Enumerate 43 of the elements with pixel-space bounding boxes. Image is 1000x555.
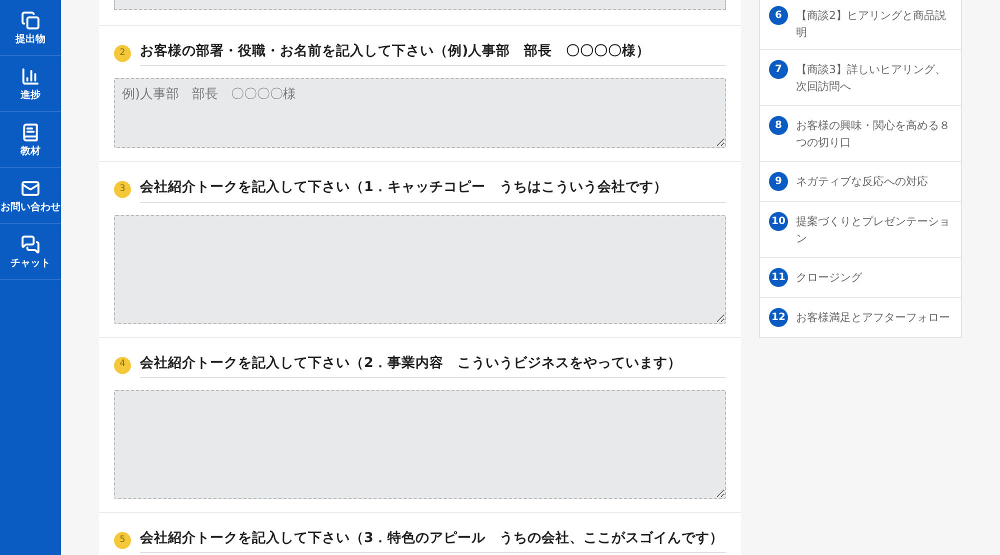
question-number: 2: [114, 45, 131, 62]
chapter-title: ネガティブな反応への対応: [796, 174, 928, 190]
chapter-number: 10: [769, 212, 788, 231]
chapter-title: クロージング: [796, 270, 862, 286]
question-number: 3: [114, 181, 131, 198]
sidebar-item[interactable]: お問い合わせ: [0, 168, 61, 224]
question-title: お客様の部署・役職・お名前を記入して下さい（例)人事部 部長 〇〇〇〇様）: [140, 41, 726, 66]
chapter-title: 【商談3】詳しいヒアリング、次回訪問へ: [796, 62, 947, 95]
chapter-number: 9: [769, 172, 788, 191]
sidebar-item[interactable]: 提出物: [0, 0, 61, 56]
chapter-item[interactable]: 7 【商談3】詳しいヒアリング、次回訪問へ: [760, 50, 961, 106]
question-number: 4: [114, 356, 131, 374]
chapter-item[interactable]: 9 ネガティブな反応への対応: [760, 162, 961, 202]
chapter-item[interactable]: 8 お客様の興味・関心を高める８つの切り口: [760, 106, 961, 162]
chapter-item[interactable]: 12 お客様満足とアフターフォロー: [760, 298, 961, 337]
chat-bubbles-icon: [21, 234, 40, 254]
chapter-number: 7: [769, 60, 788, 79]
sidebar-item[interactable]: 進捗: [0, 56, 61, 112]
chapter-item[interactable]: 11 クロージング: [760, 258, 961, 298]
files-icon: [21, 10, 40, 30]
chapter-title: 【商談2】ヒアリングと商品説明: [796, 8, 947, 41]
chapter-title: お客様の興味・関心を高める８つの切り口: [796, 118, 951, 151]
answer-box[interactable]: [114, 0, 726, 10]
chapter-title: 提案づくりとプレゼンテーション: [796, 214, 951, 247]
answer-box[interactable]: [114, 214, 726, 324]
bar-chart-icon: [21, 66, 40, 86]
chapter-item[interactable]: 10 提案づくりとプレゼンテーション: [760, 202, 961, 258]
question-title: 会社紹介トークを記入して下さい（2．事業内容 こういうビジネスをやっています）: [140, 352, 726, 378]
answer-box[interactable]: [114, 390, 726, 499]
chapter-number: 12: [769, 308, 788, 327]
mail-icon: [21, 178, 40, 198]
chapter-item[interactable]: 6 【商談2】ヒアリングと商品説明: [760, 0, 961, 50]
chapter-number: 11: [769, 268, 788, 287]
chapter-number: 8: [769, 116, 788, 135]
sidebar-item[interactable]: チャット: [0, 224, 61, 280]
chapter-title: お客様満足とアフターフォロー: [796, 310, 950, 326]
book-icon: [21, 122, 40, 142]
question-number: 5: [114, 532, 131, 549]
question-title: 会社紹介トークを記入して下さい（3．特色のアピール うちの会社、ここがスゴイんです）: [140, 528, 726, 553]
question-title: 会社紹介トークを記入して下さい（1．キャッチコピー うちはこういう会社です）: [140, 177, 726, 202]
answer-box[interactable]: 例)人事部 部長 〇〇〇〇様: [114, 78, 726, 148]
chapter-number: 6: [769, 6, 788, 25]
sidebar-item[interactable]: 教材: [0, 112, 61, 168]
